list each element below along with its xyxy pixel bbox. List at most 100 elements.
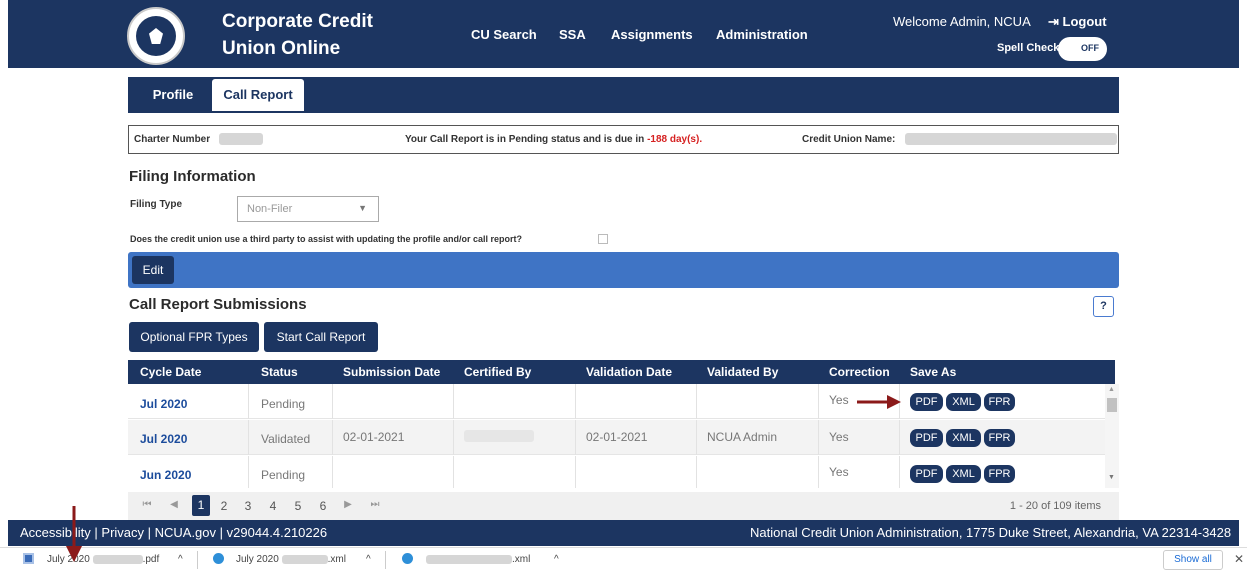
certified-by-redacted xyxy=(464,428,534,442)
page-2[interactable]: 2 xyxy=(215,499,233,513)
submissions-heading: Call Report Submissions xyxy=(129,296,307,313)
filing-info-heading: Filing Information xyxy=(129,168,256,185)
due-days: -188 day(s). xyxy=(647,134,703,145)
validated-by: NCUA Admin xyxy=(707,430,778,444)
edit-button[interactable]: Edit xyxy=(132,256,174,284)
ncua-seal-logo[interactable] xyxy=(127,7,185,65)
col-cycle-date[interactable]: Cycle Date xyxy=(140,365,201,379)
download-item-2[interactable]: July 2020 .xml xyxy=(236,554,346,565)
brand-line-2: Union Online xyxy=(222,38,341,59)
save-xml-button[interactable]: XML xyxy=(946,465,981,483)
cu-name-value xyxy=(905,133,1117,145)
download-name-prefix: July 2020 xyxy=(236,554,279,565)
show-all-button[interactable]: Show all xyxy=(1163,550,1223,570)
third-party-question: Does the credit union use a third party … xyxy=(130,234,523,244)
chevron-up-icon[interactable]: ^ xyxy=(554,554,559,565)
download-item-3[interactable]: .xml xyxy=(426,554,530,565)
download-name-suffix: .pdf xyxy=(142,554,160,565)
tab-profile[interactable]: Profile xyxy=(141,79,205,111)
scrollbar-thumb[interactable] xyxy=(1107,398,1117,412)
optional-fpr-types-button[interactable]: Optional FPR Types xyxy=(129,322,259,352)
save-fpr-button[interactable]: FPR xyxy=(984,465,1015,483)
download-name-suffix: .xml xyxy=(327,554,346,565)
next-page-icon[interactable]: ▶ xyxy=(339,499,357,510)
nav-assignments[interactable]: Assignments xyxy=(611,27,693,42)
scroll-down-icon[interactable]: ▼ xyxy=(1108,474,1115,481)
charter-number-label: Charter Number xyxy=(134,134,211,145)
tab-call-report[interactable]: Call Report xyxy=(212,79,304,111)
pagination: ⏮ ◀ 1 2 3 4 5 6 ▶ ⏭ 1 - 20 of 109 items xyxy=(128,492,1119,520)
welcome-text: Welcome Admin, NCUA xyxy=(893,14,1031,29)
scroll-up-icon[interactable]: ▲ xyxy=(1108,386,1115,393)
cycle-date-link[interactable]: Jul 2020 xyxy=(140,432,187,446)
nav-cu-search[interactable]: CU Search xyxy=(471,27,537,42)
table-scrollbar[interactable]: ▲ ▼ xyxy=(1105,384,1119,488)
page-6[interactable]: 6 xyxy=(314,499,332,513)
help-button[interactable]: ? xyxy=(1093,296,1114,317)
save-xml-button[interactable]: XML xyxy=(946,429,981,447)
col-save-as[interactable]: Save As xyxy=(910,365,956,379)
col-validated-by[interactable]: Validated By xyxy=(707,365,778,379)
spell-check-label: Spell Check xyxy=(997,42,1060,54)
save-fpr-button[interactable]: FPR xyxy=(984,393,1015,411)
submission-date: 02-01-2021 xyxy=(343,430,405,444)
charter-info-box: Charter Number Your Call Report is in Pe… xyxy=(128,125,1119,154)
save-pdf-button[interactable]: PDF xyxy=(910,429,943,447)
filing-type-value: Non-Filer xyxy=(247,203,293,215)
logout-label: Logout xyxy=(1062,14,1107,29)
start-call-report-button[interactable]: Start Call Report xyxy=(264,322,378,352)
validation-date: 02-01-2021 xyxy=(586,430,648,444)
page-4[interactable]: 4 xyxy=(264,499,282,513)
logout-link[interactable]: ⇥ Logout xyxy=(1048,14,1107,30)
footer-address: National Credit Union Administration, 17… xyxy=(750,525,1232,540)
page-5[interactable]: 5 xyxy=(289,499,307,513)
spell-check-toggle[interactable]: OFF xyxy=(1058,37,1107,61)
edit-bar: Edit xyxy=(128,252,1119,288)
last-page-icon[interactable]: ⏭ xyxy=(366,499,384,510)
page-3[interactable]: 3 xyxy=(239,499,257,513)
col-validation-date[interactable]: Validation Date xyxy=(586,365,672,379)
nav-administration[interactable]: Administration xyxy=(716,27,808,42)
col-submission-date[interactable]: Submission Date xyxy=(343,365,440,379)
save-xml-button[interactable]: XML xyxy=(946,393,981,411)
col-correction[interactable]: Correction xyxy=(829,365,890,379)
annotation-arrow-down-icon xyxy=(66,506,82,562)
correction-text: Yes xyxy=(829,430,849,444)
page-1[interactable]: 1 xyxy=(192,495,210,516)
save-pdf-button[interactable]: PDF xyxy=(910,465,943,483)
download-name-suffix: .xml xyxy=(512,554,531,565)
pdf-file-icon xyxy=(23,553,34,564)
toggle-state: OFF xyxy=(1081,43,1099,53)
close-icon[interactable]: ✕ xyxy=(1234,552,1244,566)
filing-type-label: Filing Type xyxy=(130,199,183,210)
col-status[interactable]: Status xyxy=(261,365,298,379)
charter-number-value xyxy=(219,133,263,145)
logout-icon: ⇥ xyxy=(1048,14,1059,29)
chevron-up-icon[interactable]: ^ xyxy=(178,554,183,565)
status-message: Your Call Report is in Pending status an… xyxy=(405,134,702,145)
app-title[interactable]: Corporate Credit Union Online xyxy=(222,8,373,62)
filing-type-select[interactable]: Non-Filer ▼ xyxy=(237,196,379,222)
save-pdf-button[interactable]: PDF xyxy=(910,393,943,411)
chevron-up-icon[interactable]: ^ xyxy=(366,554,371,565)
table-row: Jul 2020 Pending Yes PDF XML FPR xyxy=(128,384,1105,419)
nav-ssa[interactable]: SSA xyxy=(559,27,586,42)
first-page-icon[interactable]: ⏮ xyxy=(138,499,156,510)
cycle-date-link[interactable]: Jun 2020 xyxy=(140,468,191,482)
cycle-date-link[interactable]: Jul 2020 xyxy=(140,397,187,411)
save-fpr-button[interactable]: FPR xyxy=(984,429,1015,447)
item-count: 1 - 20 of 109 items xyxy=(1009,500,1101,512)
cu-name-label: Credit Union Name: xyxy=(802,134,896,145)
xml-file-icon xyxy=(213,553,224,564)
correction-text: Yes xyxy=(829,465,849,479)
status-text: Pending xyxy=(261,468,306,482)
col-certified-by[interactable]: Certified By xyxy=(464,365,531,379)
third-party-checkbox[interactable] xyxy=(598,234,608,244)
correction-text: Yes xyxy=(829,393,849,407)
table-row: Jun 2020 Pending Yes PDF XML FPR xyxy=(128,456,1105,488)
brand-line-1: Corporate Credit xyxy=(222,11,373,32)
status-text: Pending xyxy=(261,397,306,411)
annotation-arrow-right-icon xyxy=(857,395,901,409)
prev-page-icon[interactable]: ◀ xyxy=(165,499,183,510)
xml-file-icon xyxy=(402,553,413,564)
